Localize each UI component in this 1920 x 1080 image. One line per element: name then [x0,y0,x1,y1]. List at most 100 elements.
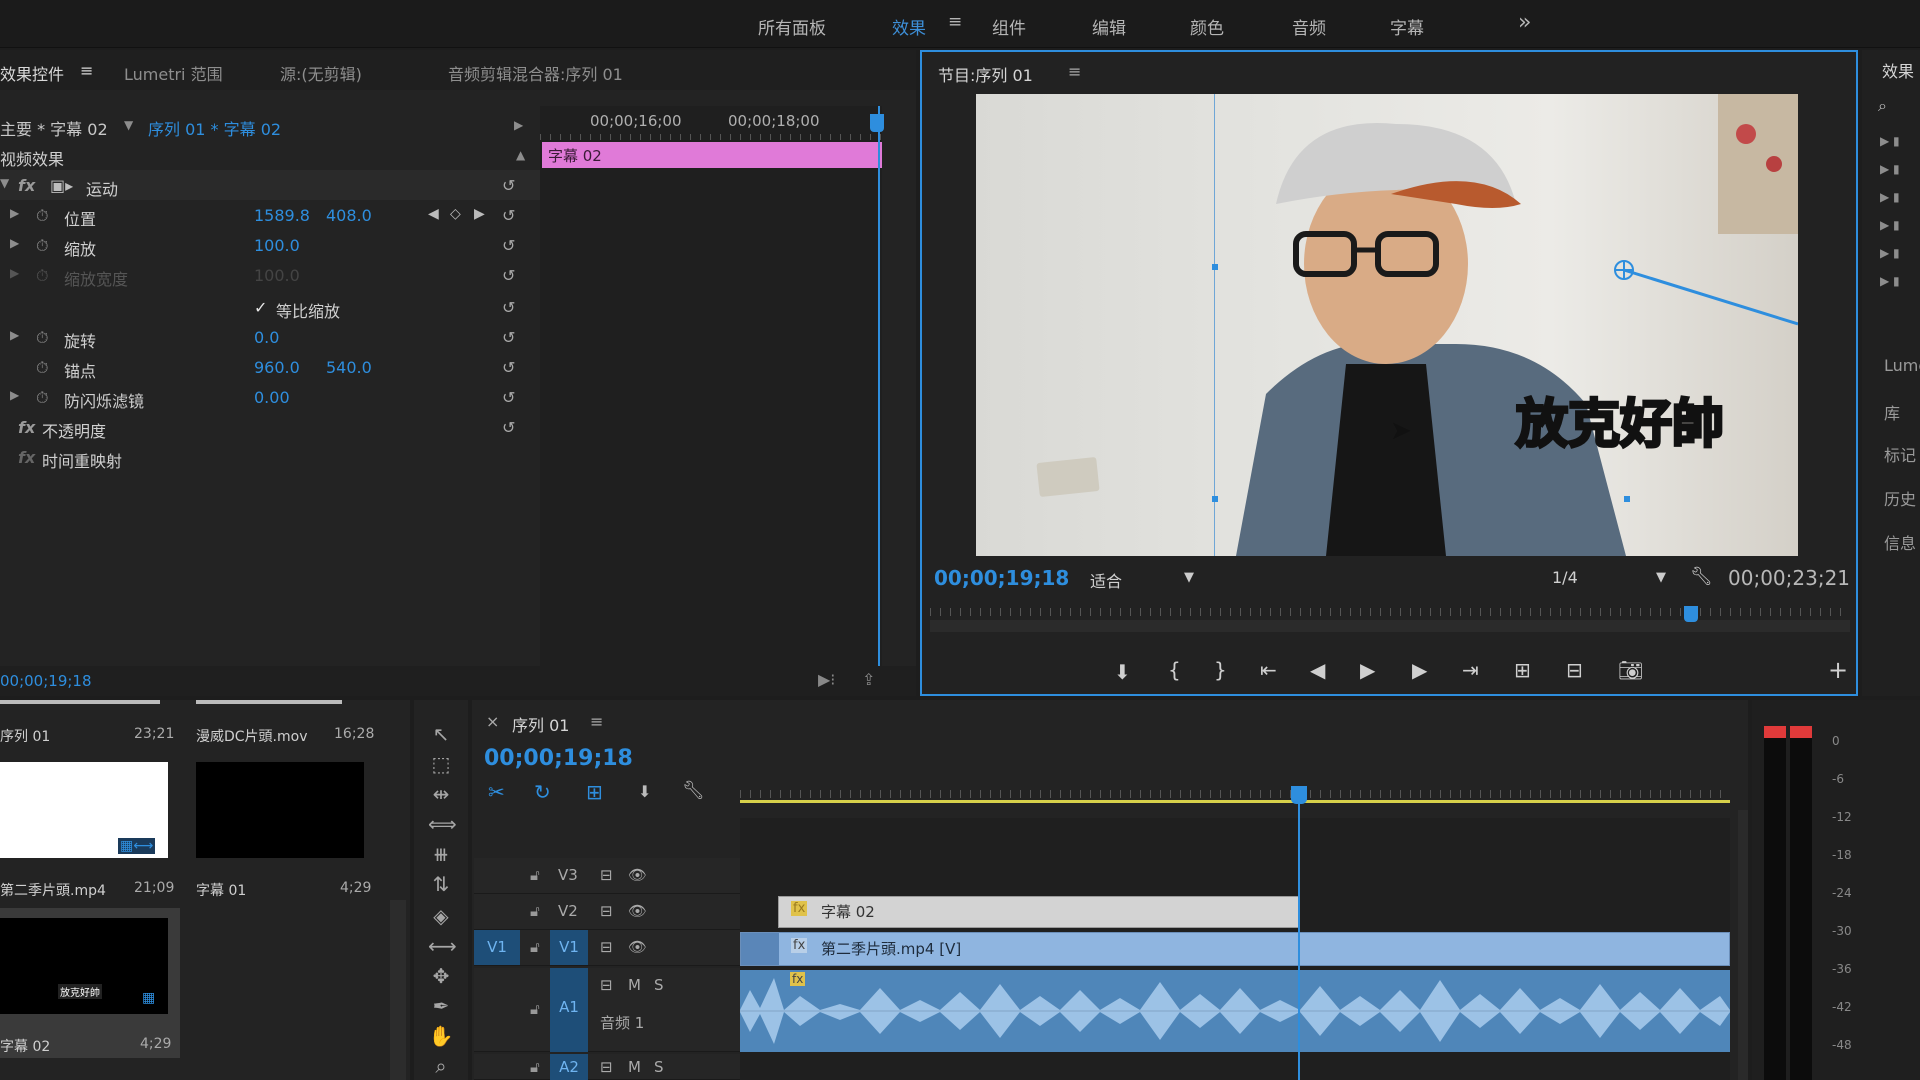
toggle-sync-icon[interactable]: ⊟ [600,866,613,884]
effect-opacity[interactable]: fx 不透明度 ↺ [0,412,540,442]
timeline-playhead-handle[interactable] [1291,786,1307,804]
folder-icon[interactable]: ▶ ▮ [1880,134,1900,148]
title-clip-bar[interactable]: 字幕 02 [542,142,882,168]
project-item-name[interactable]: 第二季片頭.mp4 [0,880,106,900]
play-only-icon[interactable]: ▶⁝ [818,670,835,689]
lock-icon[interactable]: 🔓︎ [530,866,540,884]
go-to-in-icon[interactable]: ⇤ [1260,658,1277,682]
search-icon[interactable]: ⌕ [1878,96,1887,116]
fx-icon[interactable]: fx [18,418,35,437]
track-select-tool-icon[interactable]: ⬚ [428,752,454,778]
tab-audio-clip-mixer[interactable]: 音频剪辑混合器:序列 01 [448,61,623,85]
solo-button[interactable]: S [654,1058,664,1076]
reset-icon[interactable]: ↺ [502,236,524,258]
program-playhead-timecode[interactable]: 00;00;19;18 [934,566,1069,590]
work-area-bar[interactable] [740,800,1730,803]
monitor-playhead[interactable] [1684,606,1698,622]
rolling-edit-tool-icon[interactable]: ⟺ [428,812,457,838]
track-label[interactable]: V2 [558,902,578,920]
timeline-timecode[interactable]: 00;00;19;18 [484,746,633,771]
toggle-sync-icon[interactable]: ⊟ [600,938,613,956]
razor-tool-icon[interactable]: ◈ [428,904,454,930]
timeline-playhead-line[interactable] [1298,790,1300,1080]
lock-icon[interactable]: 🔓︎ [530,1000,540,1018]
effect-motion[interactable]: ▼ fx ▣▸ 运动 ↺ [0,170,540,200]
position-y-value[interactable]: 408.0 [326,206,372,225]
eye-icon[interactable]: 👁︎ [628,902,647,920]
panel-link-markers[interactable]: 标记 [1884,442,1916,466]
folder-icon[interactable]: ▶ ▮ [1880,162,1900,176]
mute-button[interactable]: M [628,1058,641,1076]
go-to-out-icon[interactable]: ⇥ [1462,658,1479,682]
audio-clip-a1[interactable]: fx [740,970,1730,1052]
snap-icon[interactable]: ✂︎ [488,780,505,804]
expand-icon[interactable]: ▶ [10,206,19,220]
eye-icon[interactable]: 👁︎ [628,938,647,956]
timeline-ruler[interactable] [740,790,1730,804]
track-label[interactable]: V3 [558,866,578,884]
step-forward-icon[interactable]: ▶︎ [1412,658,1427,682]
add-keyframe-icon[interactable]: ◇ [450,206,461,222]
hand-tool-icon[interactable]: ✋ [428,1024,454,1050]
master-clip-label[interactable]: 主要 * 字幕 02 [0,116,108,140]
expand-icon[interactable]: ▶ [10,236,19,250]
folder-icon[interactable]: ▶ ▮ [1880,246,1900,260]
ripple-edit-tool-icon[interactable]: ⇹ [428,782,454,808]
toggle-sync-icon[interactable]: ⊟ [600,902,613,920]
reset-icon[interactable]: ↺ [502,176,524,198]
toggle-sync-icon[interactable]: ⊟ [600,976,613,994]
video-clip-v1[interactable]: fx 第二季片頭.mp4 [V] [740,932,1730,966]
rotation-value[interactable]: 0.0 [254,328,279,347]
effects-folder-list[interactable]: ▶ ▮ ▶ ▮ ▶ ▮ ▶ ▮ ▶ ▮ ▶ ▮ [1880,134,1920,294]
timeline-settings-wrench-icon[interactable]: 🔧︎ [682,780,705,801]
mark-out-icon[interactable]: } [1214,658,1227,682]
rate-stretch-tool-icon[interactable]: ⧻ [428,842,454,868]
reset-icon[interactable]: ↺ [502,328,524,350]
reset-icon[interactable]: ↺ [502,298,524,320]
timeline-tab-title[interactable]: 序列 01 [512,712,569,736]
collapse-icon[interactable]: ▲ [516,148,525,162]
stopwatch-icon[interactable]: ⏱ [36,206,48,226]
next-keyframe-icon[interactable]: ▶ [474,206,485,222]
eye-icon[interactable]: 👁︎ [628,866,647,884]
project-item-name[interactable]: 字幕 01 [196,880,246,900]
linked-selection-icon[interactable]: ↻ [534,780,551,804]
hamburger-icon[interactable]: ≡ [1068,62,1081,81]
effects-panel-title[interactable]: 效果 [1882,58,1914,82]
workspace-all-panels[interactable]: 所有面板 [758,14,826,39]
chevron-down-icon[interactable]: ▼ [1184,570,1194,585]
tab-lumetri-scopes[interactable]: Lumetri 范围 [124,61,223,85]
track-label[interactable]: A2 [550,1054,588,1080]
reset-icon[interactable]: ↺ [502,266,524,288]
position-x-value[interactable]: 1589.8 [254,206,310,225]
workspace-audio[interactable]: 音频 [1292,14,1326,39]
stopwatch-icon[interactable]: ⏱ [36,358,48,378]
zoom-tool-icon[interactable]: ⌕ [428,1054,454,1080]
track-label[interactable]: A1 [550,968,588,1052]
tab-source[interactable]: 源:(无剪辑) [280,61,362,85]
monitor-time-ruler[interactable] [930,608,1850,616]
stopwatch-icon[interactable]: ⏱ [36,388,48,408]
wrench-icon[interactable]: 🔧︎ [1690,566,1713,587]
selection-tool-icon[interactable]: ↖ [428,722,454,748]
reset-icon[interactable]: ↺ [502,388,524,410]
timeline-vertical-scrollbar[interactable] [1738,810,1748,1080]
prev-keyframe-icon[interactable]: ◀ [428,206,439,222]
slip-tool-icon[interactable]: ⟷ [428,934,457,960]
zoom-fit-select[interactable]: 适合 [1090,568,1122,592]
workspace-overflow-icon[interactable]: » [1518,10,1531,35]
pen-tool-icon[interactable]: ✒ [428,994,454,1020]
project-scrollbar[interactable] [390,900,406,1080]
project-item-name[interactable]: 序列 01 [0,726,50,746]
monitor-scrubber[interactable] [930,620,1850,632]
expand-icon[interactable]: ▶ [10,388,19,402]
folder-icon[interactable]: ▶ ▮ [1880,218,1900,232]
folder-icon[interactable]: ▶ ▮ [1880,274,1900,288]
playback-resolution-select[interactable]: 1/4 [1552,568,1578,587]
video-caption-text[interactable]: 放克好帥 [1514,382,1725,457]
panel-link-libraries[interactable]: 库 [1884,400,1900,424]
project-thumb-marvel[interactable] [196,762,364,858]
motion-transform-icon[interactable]: ▣▸ [50,176,73,195]
chevron-down-icon[interactable]: ▼ [1656,570,1666,585]
title-clip-v2[interactable]: fx 字幕 02 [778,896,1300,928]
